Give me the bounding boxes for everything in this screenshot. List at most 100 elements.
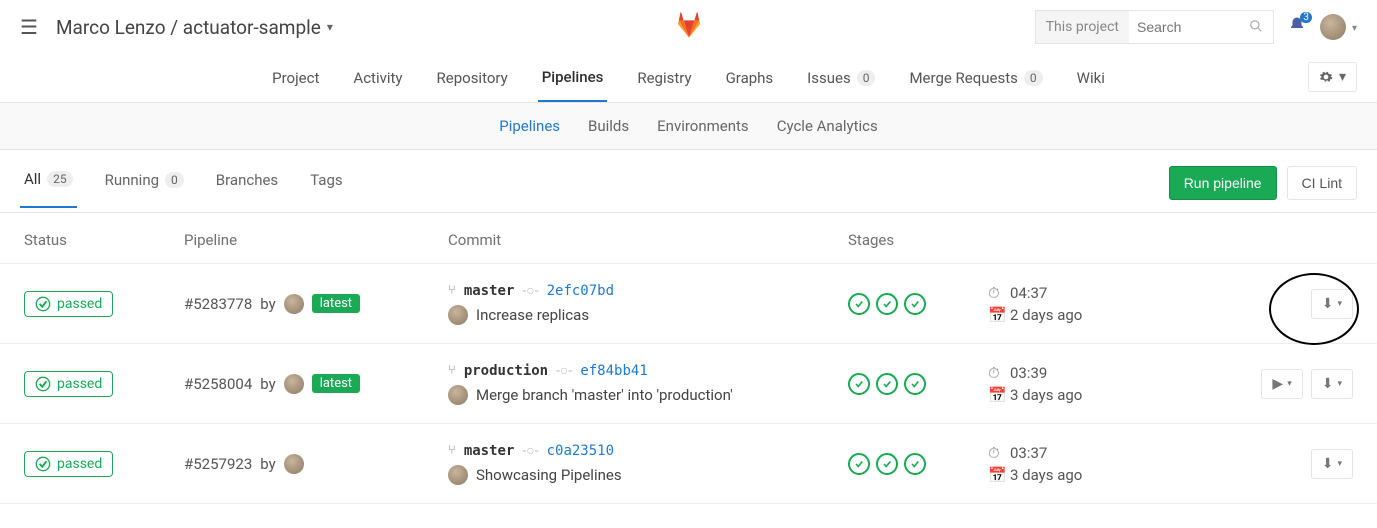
chevron-down-icon: ▾: [1287, 379, 1292, 389]
calendar-icon: 📅: [988, 306, 1002, 324]
download-icon: ⬇: [1322, 296, 1334, 312]
commit-sha[interactable]: 2efc07bd: [547, 283, 614, 299]
download-artifacts-button[interactable]: ⬇▾: [1311, 369, 1353, 399]
subnav-environments[interactable]: Environments: [657, 117, 749, 135]
nav-graphs[interactable]: Graphs: [722, 54, 778, 102]
avatar[interactable]: [448, 465, 468, 485]
commit-message: Showcasing Pipelines: [476, 466, 622, 484]
pipeline-row: passed#5258004 by latest⑂production-○-ef…: [0, 343, 1377, 423]
run-pipeline-button[interactable]: Run pipeline: [1169, 166, 1277, 200]
avatar[interactable]: [284, 294, 304, 314]
pipeline-id[interactable]: #5257923: [184, 455, 252, 473]
branch-icon: ⑂: [448, 363, 456, 378]
sub-nav: Pipelines Builds Environments Cycle Analyti…: [0, 103, 1377, 149]
chevron-down-icon: ▾: [1337, 459, 1342, 469]
status-badge[interactable]: passed: [24, 291, 113, 317]
retry-button[interactable]: ▶▾: [1261, 369, 1302, 399]
pipeline-id[interactable]: #5283778: [184, 295, 252, 313]
ci-lint-button[interactable]: CI Lint: [1287, 166, 1357, 200]
branch-icon: ⑂: [448, 443, 456, 458]
nav-wiki[interactable]: Wiki: [1073, 54, 1109, 102]
commit-icon: -○-: [522, 442, 538, 459]
col-status: Status: [24, 231, 184, 249]
duration: 04:37: [1010, 284, 1047, 302]
commit-sha[interactable]: ef84bb41: [580, 363, 647, 379]
avatar[interactable]: [284, 454, 304, 474]
duration: 03:37: [1010, 444, 1047, 462]
count-badge: 0: [857, 70, 876, 86]
avatar[interactable]: [448, 385, 468, 405]
calendar-icon: 📅: [988, 466, 1002, 484]
status-badge[interactable]: passed: [24, 451, 113, 477]
breadcrumb[interactable]: Marco Lenzo / actuator-sample ▾: [56, 16, 333, 39]
commit-message: Increase replicas: [476, 306, 589, 324]
avatar[interactable]: [448, 305, 468, 325]
filter-tags[interactable]: Tags: [306, 170, 346, 208]
chevron-down-icon: ▾: [327, 20, 333, 34]
filter-all[interactable]: All25: [20, 170, 77, 208]
gitlab-logo[interactable]: [674, 11, 704, 43]
calendar-icon: 📅: [988, 386, 1002, 404]
filter-running[interactable]: Running0: [101, 170, 188, 208]
pipelines-table: passed #5283778 by latest ⑂ master -○- 2efc07…: [0, 263, 1377, 504]
status-badge[interactable]: passed: [24, 371, 113, 397]
stage-indicator[interactable]: [904, 453, 926, 475]
status-text: passed: [57, 456, 102, 472]
count-badge: 25: [47, 171, 73, 187]
nav-repository[interactable]: Repository: [433, 54, 512, 102]
age: 3 days ago: [1010, 386, 1082, 404]
nav-issues[interactable]: Issues0: [803, 54, 879, 102]
search-icon[interactable]: [1239, 11, 1273, 43]
nav-pipelines[interactable]: Pipelines: [538, 54, 608, 102]
stage-indicator[interactable]: [904, 373, 926, 395]
pipeline-id[interactable]: #5258004: [184, 375, 252, 393]
filter-branches[interactable]: Branches: [212, 170, 282, 208]
nav-merge-requests[interactable]: Merge Requests0: [905, 54, 1046, 102]
search-input[interactable]: [1129, 11, 1239, 43]
age: 3 days ago: [1010, 466, 1082, 484]
pipeline-row: passed#5283778 by latest⑂master-○-2efc07…: [0, 263, 1377, 343]
download-artifacts-button[interactable]: ⬇▾: [1311, 289, 1353, 319]
duration: 03:39: [1010, 364, 1047, 382]
latest-tag: latest: [312, 374, 360, 393]
gear-icon: [1319, 70, 1333, 84]
primary-nav: Project Activity Repository Pipelines Regist…: [0, 54, 1377, 103]
search-scope[interactable]: This project: [1036, 11, 1129, 43]
nav-registry[interactable]: Registry: [633, 54, 695, 102]
chevron-down-icon: ▾: [1337, 379, 1342, 389]
download-icon: ⬇: [1322, 456, 1334, 472]
latest-tag: latest: [312, 294, 360, 313]
status-text: passed: [57, 296, 102, 312]
col-stages: Stages: [848, 231, 988, 249]
chevron-down-icon: ▾: [1339, 69, 1346, 85]
stage-indicator[interactable]: [904, 293, 926, 315]
nav-project[interactable]: Project: [268, 54, 323, 102]
branch-name[interactable]: production: [464, 363, 548, 379]
count-badge: 0: [1024, 70, 1043, 86]
count-badge: 0: [165, 172, 184, 188]
stage-indicator[interactable]: [848, 453, 870, 475]
stage-indicator[interactable]: [848, 293, 870, 315]
branch-icon: ⑂: [448, 283, 456, 298]
stage-indicator[interactable]: [876, 453, 898, 475]
chevron-down-icon: ▾: [1352, 23, 1357, 34]
play-icon: ▶: [1272, 376, 1283, 392]
notifications-icon[interactable]: 3: [1288, 16, 1306, 39]
avatar[interactable]: [284, 374, 304, 394]
menu-icon[interactable]: ☰: [20, 15, 38, 39]
settings-dropdown[interactable]: ▾: [1308, 62, 1357, 92]
stage-indicator[interactable]: [848, 373, 870, 395]
stage-indicator[interactable]: [876, 293, 898, 315]
download-artifacts-button[interactable]: ⬇▾: [1311, 449, 1353, 479]
stage-indicator[interactable]: [876, 373, 898, 395]
branch-name[interactable]: master: [464, 283, 515, 299]
subnav-builds[interactable]: Builds: [588, 117, 629, 135]
download-icon: ⬇: [1322, 376, 1334, 392]
subnav-pipelines[interactable]: Pipelines: [499, 117, 560, 135]
branch-name[interactable]: master: [464, 443, 515, 459]
user-menu[interactable]: ▾: [1320, 14, 1357, 40]
by-label: by: [260, 375, 275, 393]
commit-sha[interactable]: c0a23510: [547, 443, 614, 459]
nav-activity[interactable]: Activity: [349, 54, 406, 102]
subnav-cycle-analytics[interactable]: Cycle Analytics: [777, 117, 878, 135]
